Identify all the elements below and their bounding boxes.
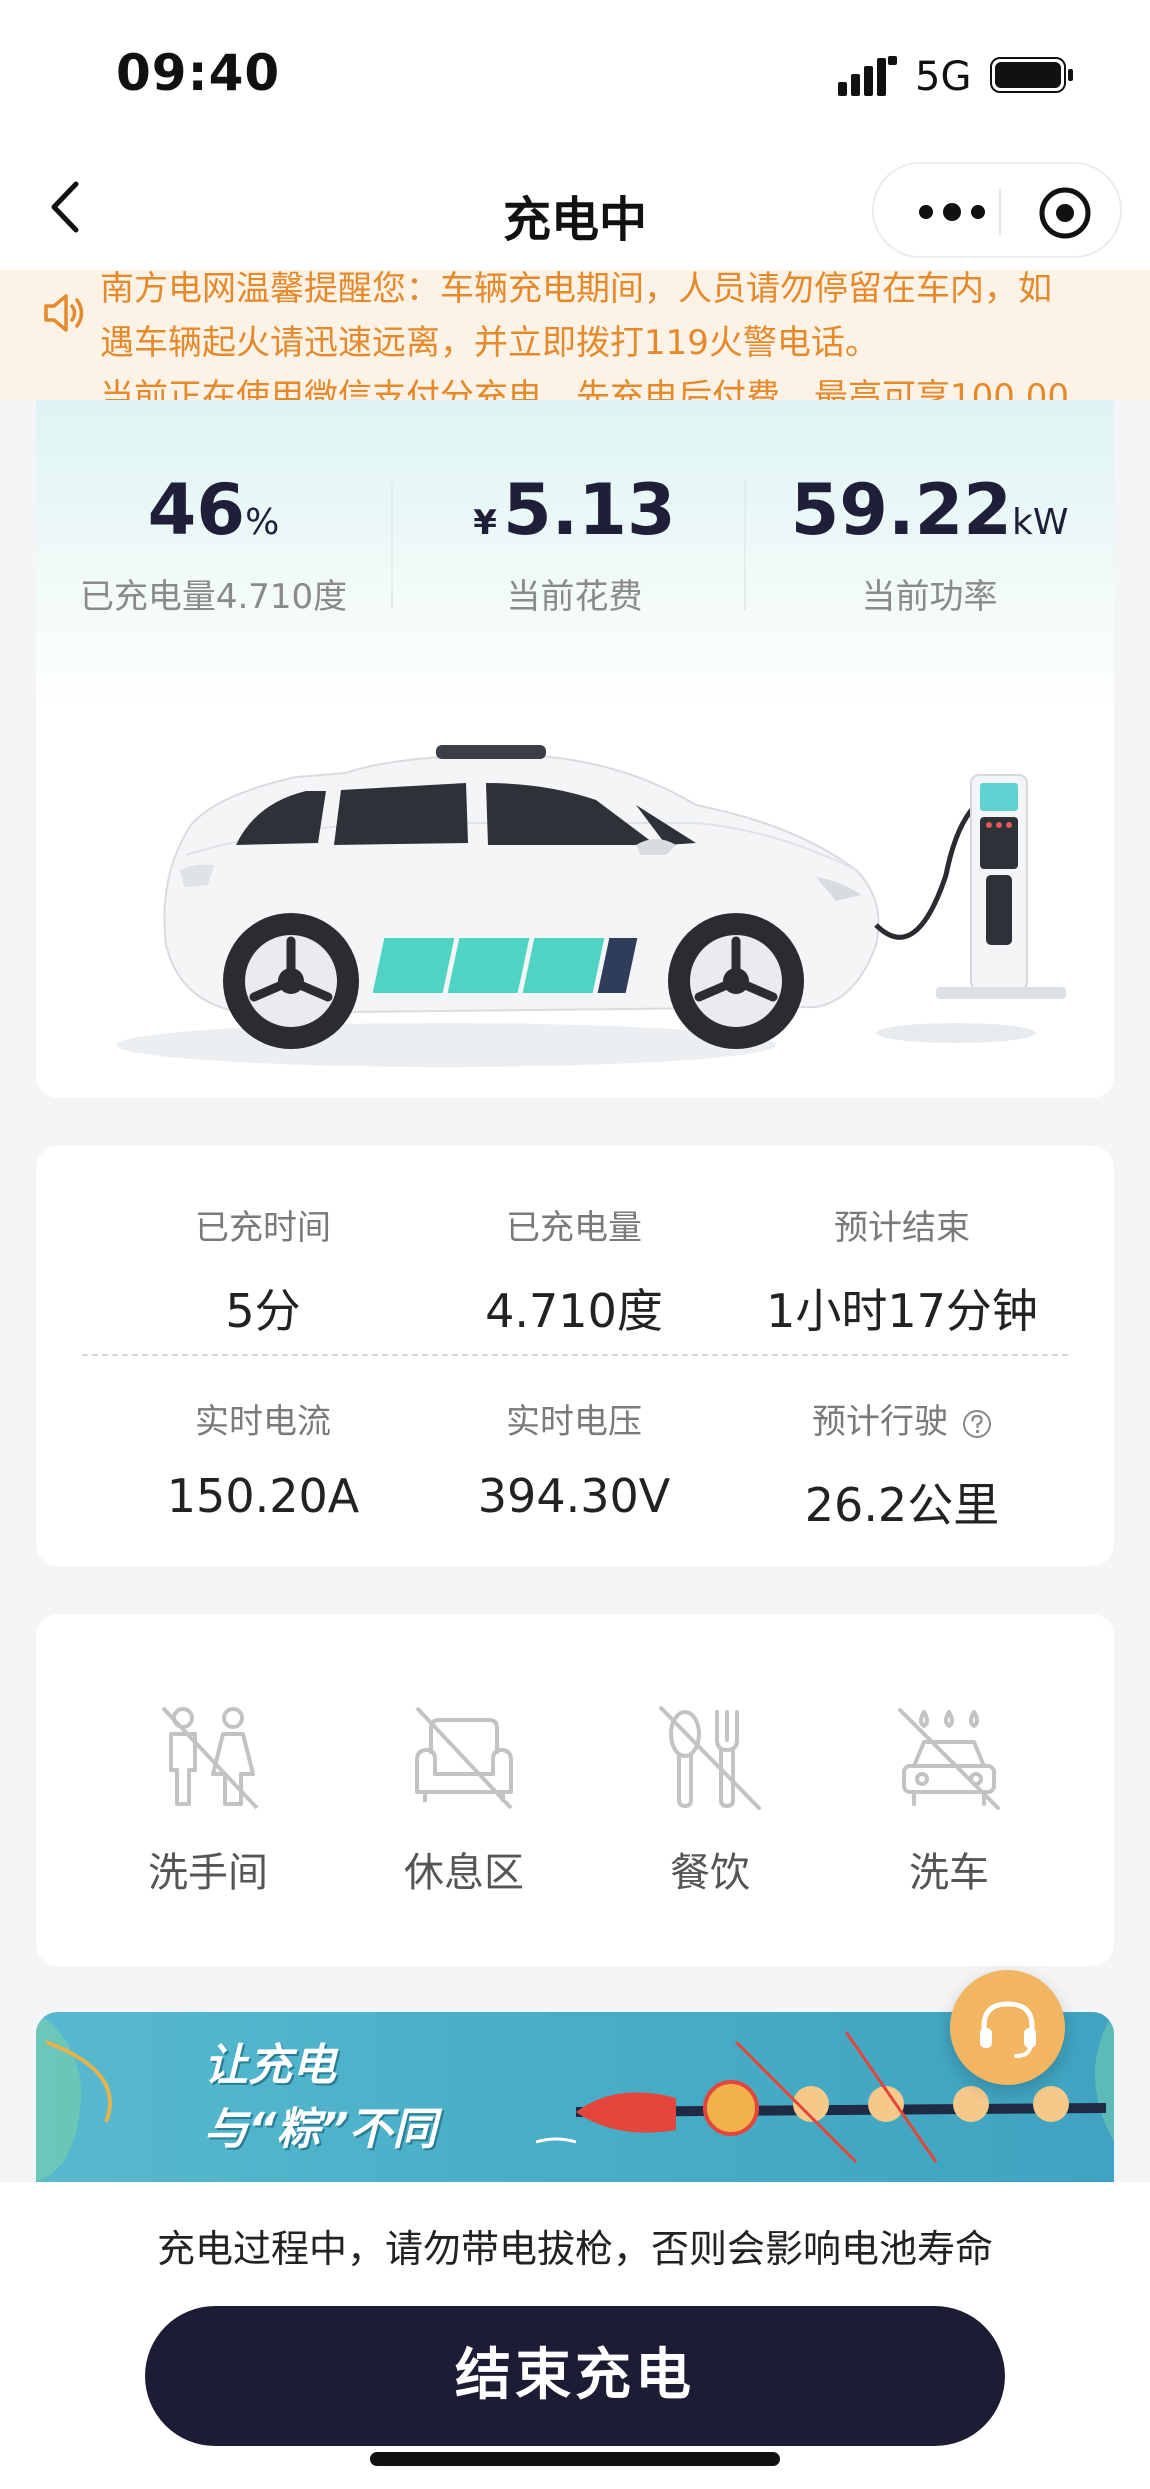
- metric-value: 394.30V: [477, 1469, 671, 1523]
- notice-bar: 南方电网温馨提醒您：车辆充电期间，人员请勿停留在车内，如 遇车辆起火请迅速远离，…: [0, 270, 1150, 400]
- facility-label: 休息区: [404, 1850, 524, 1896]
- help-icon[interactable]: [962, 1409, 992, 1439]
- dashed-divider: [82, 1354, 1068, 1356]
- facility-label: 洗手间: [148, 1850, 268, 1896]
- currency-symbol: ¥: [473, 503, 497, 543]
- facility-rest-area[interactable]: 休息区: [364, 1704, 564, 1898]
- dining-icon: [659, 1706, 761, 1810]
- unplug-warning: 充电过程中，请勿带电拔枪，否则会影响电池寿命: [156, 2227, 993, 2271]
- facility-restroom[interactable]: 洗手间: [108, 1704, 308, 1898]
- bottom-panel: 充电过程中，请勿带电拔枪，否则会影响电池寿命 结束充电: [0, 2182, 1150, 2489]
- power-stat: 59.22kW 当前功率: [752, 470, 1107, 618]
- power-value: 59.22kW: [790, 469, 1069, 551]
- battery-icon: [990, 57, 1073, 93]
- metric-value: 26.2公里: [804, 1478, 1000, 1532]
- sofa-icon: [415, 1706, 513, 1810]
- charging-metrics-card: 已充时间 5分 已充电量 4.710度 预计结束 1小时17分钟 实时电流 15…: [36, 1146, 1114, 1566]
- mini-program-capsule: [872, 162, 1122, 258]
- metric-voltage: 实时电压 394.30V: [404, 1394, 744, 1523]
- close-target-icon[interactable]: [1038, 186, 1092, 240]
- stat-divider: [744, 480, 746, 610]
- notice-line: 南方电网温馨提醒您：车辆充电期间，人员请勿停留在车内，如: [100, 270, 1052, 309]
- soc-unit: %: [245, 502, 280, 543]
- metric-label: 实时电压: [506, 1402, 642, 1442]
- status-bar: 09:40 5G: [0, 0, 1150, 150]
- metric-charged-time: 已充时间 5分: [93, 1200, 433, 1341]
- soc-label: 已充电量4.710度: [79, 577, 348, 617]
- facility-label: 洗车: [909, 1850, 989, 1896]
- stat-divider: [391, 480, 393, 610]
- capsule-divider: [999, 188, 1001, 236]
- nav-bar: 充电中: [0, 150, 1150, 270]
- cost-stat: ¥5.13 当前花费: [397, 470, 752, 618]
- facility-dining[interactable]: 餐饮: [610, 1704, 810, 1898]
- metric-current: 实时电流 150.20A: [93, 1394, 433, 1523]
- home-indicator: [370, 2452, 780, 2466]
- metric-charged-energy: 已充电量 4.710度: [404, 1200, 744, 1341]
- headset-icon: [980, 2001, 1036, 2058]
- soc-value: 46%: [147, 469, 280, 551]
- facility-label: 餐饮: [670, 1850, 750, 1896]
- charging-car-illustration: [116, 745, 1066, 1067]
- metric-value: 4.710度: [485, 1284, 663, 1338]
- restroom-icon: [161, 1706, 259, 1810]
- metric-label: 实时电流: [195, 1402, 331, 1442]
- end-charging-button[interactable]: 结束充电: [145, 2306, 1005, 2446]
- facility-car-wash[interactable]: 洗车: [849, 1704, 1049, 1898]
- notice-text: 南方电网温馨提醒您：车辆充电期间，人员请勿停留在车内，如 遇车辆起火请迅速远离，…: [100, 270, 1120, 400]
- metric-label: 已充时间: [195, 1208, 331, 1248]
- banner-line: 与“粽”不同: [204, 2104, 437, 2155]
- power-label: 当前功率: [861, 577, 998, 617]
- customer-service-button[interactable]: [950, 1970, 1065, 2085]
- notice-line: 遇车辆起火请迅速远离，并立即拨打119火警电话。: [100, 323, 879, 363]
- facilities-card: 洗手间 休息区 餐饮 洗车: [36, 1614, 1114, 1966]
- status-time: 09:40: [116, 44, 281, 102]
- cost-value: ¥5.13: [473, 469, 676, 551]
- metric-label: 预计结束: [834, 1208, 970, 1248]
- metric-value: 5分: [225, 1284, 301, 1338]
- speaker-icon: [44, 294, 84, 332]
- metric-estimated-end: 预计结束 1小时17分钟: [732, 1200, 1072, 1341]
- banner-headline: 让充电 与“粽”不同: [204, 2034, 437, 2162]
- more-icon[interactable]: [914, 194, 990, 230]
- metric-label: 预计行驶: [732, 1394, 1072, 1443]
- metric-range: 预计行驶 26.2公里: [732, 1394, 1072, 1535]
- metric-value: 1小时17分钟: [766, 1284, 1038, 1338]
- cost-label: 当前花费: [506, 577, 643, 617]
- signal-icon: [838, 56, 897, 96]
- metric-label: 已充电量: [506, 1208, 642, 1248]
- power-unit: kW: [1011, 502, 1069, 543]
- soc-stat: 46% 已充电量4.710度: [36, 470, 391, 618]
- metric-value: 150.20A: [166, 1469, 360, 1523]
- network-label: 5G: [915, 54, 972, 100]
- charging-summary-card: 46% 已充电量4.710度 ¥5.13 当前花费 59.22kW 当前功率: [36, 400, 1114, 1098]
- banner-line: 让充电: [204, 2040, 336, 2091]
- car-wash-icon: [898, 1708, 1000, 1810]
- notice-line: 当前正在使用微信支付分充电，先充电后付费，最高可享100.00: [100, 377, 1069, 400]
